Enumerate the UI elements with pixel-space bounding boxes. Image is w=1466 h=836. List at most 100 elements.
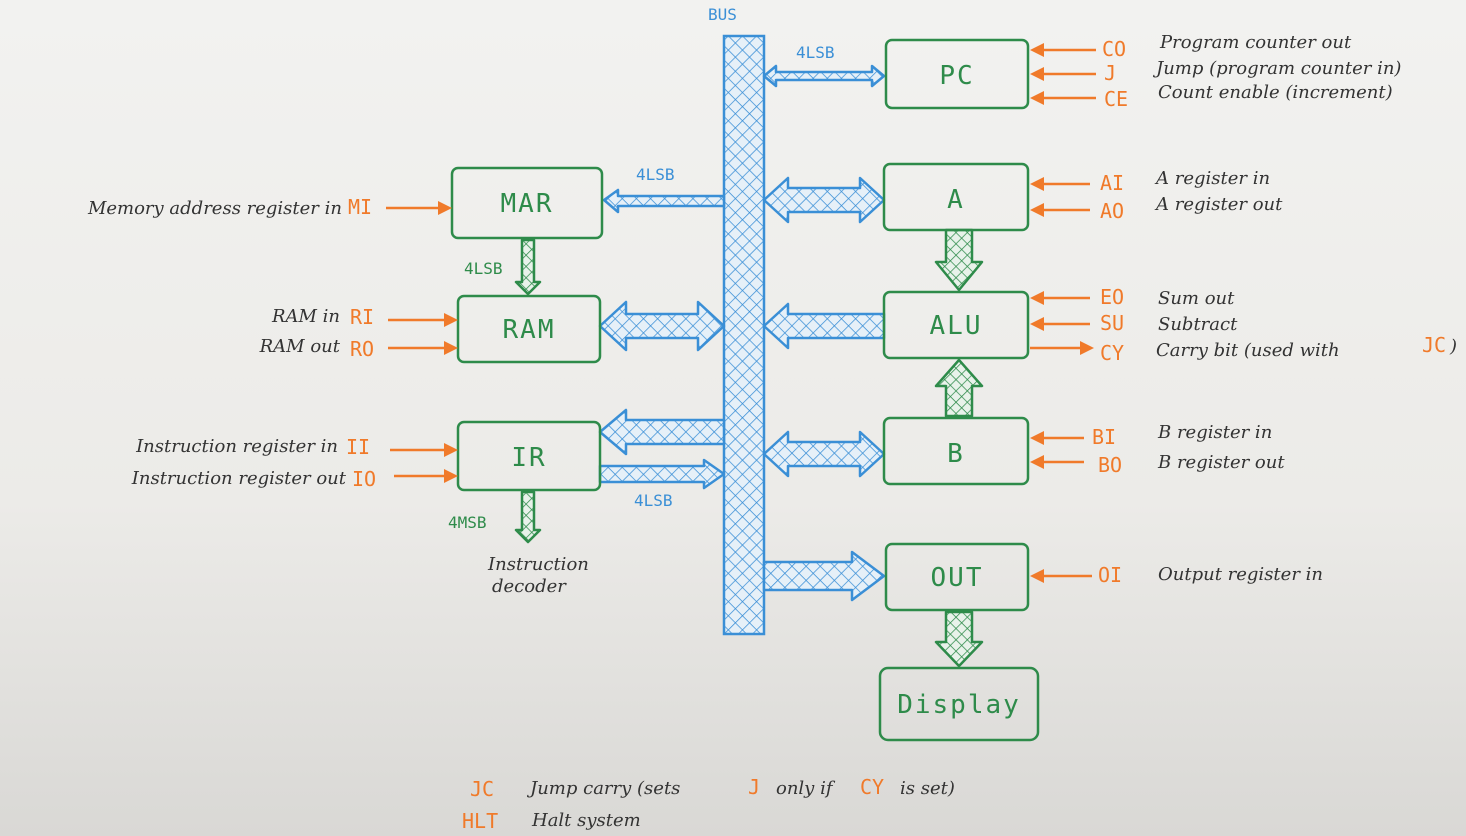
ram-label: RAM: [503, 315, 556, 345]
out-block: OUT: [884, 542, 1030, 612]
mar-block: MAR: [450, 166, 604, 240]
signal-ro-desc: RAM out: [259, 336, 341, 357]
signal-ri-code: RI: [350, 305, 374, 329]
signal-oi: OI Output register in: [1030, 563, 1323, 587]
footer-jc-code: JC: [470, 777, 494, 801]
signal-ai: AI A register in: [1030, 168, 1270, 195]
signal-ai-desc: A register in: [1154, 168, 1270, 189]
signal-bi-desc: B register in: [1157, 422, 1272, 443]
mar-bus-width: 4LSB: [636, 165, 675, 184]
signal-bi-code: BI: [1092, 425, 1116, 449]
ir-block: IR: [456, 420, 602, 492]
out-label: OUT: [931, 563, 984, 593]
signal-ii-desc: Instruction register in: [135, 436, 338, 457]
ir-label: IR: [511, 443, 546, 473]
signal-co: CO Program counter out: [1030, 32, 1352, 61]
whiteboard-diagram: BUS PC MAR RAM IR A ALU B OUT Display 4L…: [0, 0, 1466, 836]
signal-cy-ref: JC: [1422, 333, 1446, 357]
signal-ao: AO A register out: [1030, 194, 1283, 223]
mar-to-ram-arrow: [514, 238, 542, 296]
footer-jc-ref-j: J: [748, 775, 760, 799]
cpu-architecture-diagram: BUS PC MAR RAM IR A ALU B OUT Display 4L…: [87, 5, 1457, 833]
signal-bo-code: BO: [1098, 453, 1122, 477]
signal-su-desc: Subtract: [1158, 314, 1238, 335]
ir-to-bus-arrow: [598, 458, 726, 490]
a-to-alu-arrow: [934, 228, 984, 292]
footer-jc-text1: Jump carry (sets: [526, 778, 680, 799]
decoder-label-line2: decoder: [492, 576, 567, 597]
pc-bus-arrow: [762, 64, 886, 88]
alu-block: ALU: [882, 290, 1030, 360]
a-label: A: [947, 185, 965, 215]
alu-label: ALU: [930, 311, 983, 341]
signal-bo-desc: B register out: [1157, 452, 1285, 473]
ir-decoder-width: 4MSB: [448, 513, 487, 532]
signal-ii-code: II: [346, 435, 370, 459]
signal-mi-code: MI: [348, 195, 372, 219]
display-block: Display: [878, 666, 1040, 742]
signal-cy-code: CY: [1100, 341, 1124, 365]
pc-label: PC: [939, 61, 974, 91]
signal-ro-code: RO: [350, 337, 374, 361]
footer-hlt-code: HLT: [462, 809, 498, 833]
b-bus-arrow: [762, 430, 886, 478]
a-block: A: [882, 162, 1030, 232]
footer-hlt: HLT Halt system: [462, 809, 641, 833]
footer-jc-text2: only if: [776, 778, 836, 799]
signal-j: J Jump (program counter in): [1030, 58, 1401, 85]
signal-su-code: SU: [1100, 311, 1124, 335]
pc-bus-width: 4LSB: [796, 43, 835, 62]
footer-jc: JC Jump carry (sets J only if CY is set): [470, 775, 955, 801]
pc-block: PC: [884, 38, 1030, 110]
signal-ao-code: AO: [1100, 199, 1124, 223]
ram-block: RAM: [456, 294, 602, 364]
a-bus-arrow: [762, 176, 886, 224]
display-label: Display: [897, 690, 1021, 720]
signal-ai-code: AI: [1100, 171, 1124, 195]
footer-jc-text3: is set): [900, 778, 955, 799]
signal-eo: EO Sum out: [1030, 285, 1235, 309]
signal-cy-desc: Carry bit (used with: [1156, 340, 1340, 361]
signal-ro: RAM out RO: [259, 336, 458, 361]
bus-to-mar-arrow: [602, 188, 726, 214]
footer-jc-ref-cy: CY: [860, 775, 884, 799]
b-to-alu-arrow: [934, 358, 984, 418]
decoder-label-line1: Instruction: [487, 554, 589, 575]
signal-mi: Memory address register in MI: [87, 195, 452, 219]
footer-hlt-text: Halt system: [531, 810, 641, 831]
signal-co-code: CO: [1102, 37, 1126, 61]
bus-to-out-arrow: [762, 550, 886, 602]
signal-eo-desc: Sum out: [1158, 288, 1235, 309]
signal-eo-code: EO: [1100, 285, 1124, 309]
mar-ram-width: 4LSB: [464, 259, 503, 278]
signal-j-code: J: [1104, 61, 1116, 85]
mar-label: MAR: [501, 189, 554, 219]
ir-to-decoder-arrow: [514, 490, 542, 544]
out-to-display-arrow: [934, 610, 984, 668]
ram-bus-arrow: [598, 300, 726, 352]
signal-ii: Instruction register in II: [135, 435, 458, 459]
signal-ce-code: CE: [1104, 87, 1128, 111]
signal-ri: RAM in RI: [271, 305, 458, 329]
signal-io: Instruction register out IO: [131, 467, 458, 491]
signal-oi-code: OI: [1098, 563, 1122, 587]
signal-j-desc: Jump (program counter in): [1152, 58, 1401, 79]
signal-su: SU Subtract: [1030, 311, 1238, 335]
alu-to-bus-arrow: [762, 302, 886, 350]
signal-ce-desc: Count enable (increment): [1158, 82, 1393, 103]
signal-io-code: IO: [352, 467, 376, 491]
signal-ri-desc: RAM in: [271, 306, 340, 327]
signal-ce: CE Count enable (increment): [1030, 82, 1393, 111]
b-block: B: [882, 416, 1030, 486]
signal-bi: BI B register in: [1030, 422, 1272, 449]
signal-ao-desc: A register out: [1154, 194, 1283, 215]
b-label: B: [947, 439, 965, 469]
bus-to-ir-arrow: [598, 408, 726, 456]
signal-oi-desc: Output register in: [1158, 564, 1323, 585]
signal-cy: CY Carry bit (used with JC ): [1030, 333, 1457, 365]
signal-mi-desc: Memory address register in: [87, 198, 342, 219]
signal-io-desc: Instruction register out: [131, 468, 347, 489]
ir-bus-width: 4LSB: [634, 491, 673, 510]
signal-cy-close: ): [1449, 336, 1457, 357]
signal-bo: BO B register out: [1030, 452, 1285, 477]
